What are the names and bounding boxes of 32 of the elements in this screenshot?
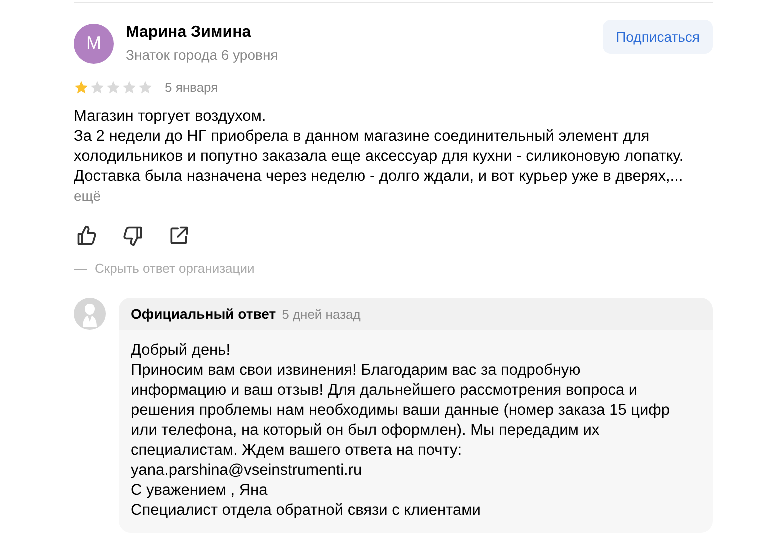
- reply-text: yana.parshina@vseinstrumenti.ru: [131, 461, 364, 481]
- dash: —: [74, 261, 87, 276]
- star-icon: [90, 80, 105, 95]
- star-icon: [74, 80, 89, 95]
- review-text: холодильников и попутно заказала еще аксессуар для кухни - силиконовую лопатку.: [74, 147, 685, 167]
- review-text: Магазин торгует воздухом.: [74, 107, 268, 127]
- review-text: За 2 недели до НГ приобрела в данном магазине соединительный элемент для: [74, 127, 651, 147]
- reply-text: Специалист отдела обратной связи с клиентами: [131, 501, 482, 521]
- reply-text: С уважением , Яна: [131, 481, 269, 501]
- reply-text: или телефона, на который он был оформлен). Мы передадим их: [131, 421, 601, 441]
- like-icon[interactable]: [76, 225, 98, 247]
- star-icon: [106, 80, 121, 95]
- dislike-icon[interactable]: [122, 225, 144, 247]
- review-date: 5 января: [165, 80, 218, 95]
- review-text: Доставка была назначена через неделю - долго ждали, и вот курьер уже в дверях,...: [74, 167, 684, 187]
- author-name: Марина Зимина: [126, 23, 252, 43]
- subscribe-button[interactable]: Подписаться: [603, 20, 713, 54]
- reply-text: Добрый день!: [131, 341, 232, 361]
- reply-time: 5 дней назад: [282, 307, 361, 322]
- author-status: Знаток города 6 уровня: [126, 46, 280, 64]
- avatar: М: [74, 24, 114, 64]
- reply-title: Официальный ответ: [131, 306, 276, 322]
- share-icon[interactable]: [168, 225, 190, 247]
- hide-reply-link[interactable]: Скрыть ответ организации: [95, 261, 255, 276]
- more-link[interactable]: ещё: [74, 187, 102, 205]
- reply-text: Приносим вам свои извинения! Благодарим вас за подробную: [131, 361, 582, 381]
- reply-text: информацию и ваш отзыв! Для дальнейшего рассмотрения вопроса и: [131, 381, 639, 401]
- reply-text: специалистам. Ждем вашего ответа на почту:: [131, 441, 464, 461]
- star-icon: [122, 80, 137, 95]
- reply-text: решения проблемы нам необходимы ваши данные (номер заказа 15 цифр: [131, 401, 672, 421]
- organization-avatar-icon: [74, 298, 106, 330]
- star-icon: [138, 80, 153, 95]
